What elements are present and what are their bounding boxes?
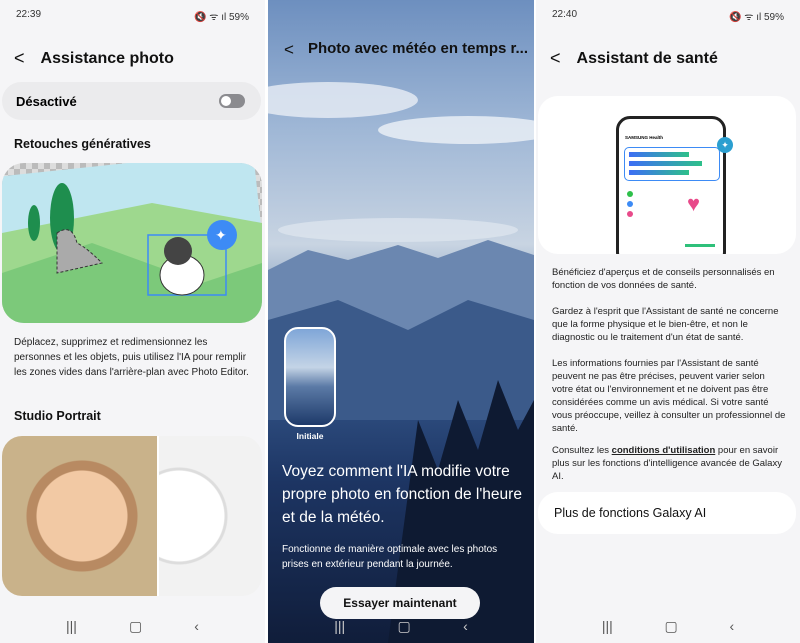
- home-icon[interactable]: ▢: [665, 618, 678, 635]
- signal-icons: 🔇 ᯤ ıl: [194, 12, 229, 23]
- back-icon[interactable]: <: [550, 48, 561, 69]
- sparkle-icon: ✦: [717, 137, 733, 153]
- try-now-button[interactable]: Essayer maintenant: [320, 587, 480, 619]
- weather-photo-screen: < Photo avec météo en temps r... Initiale…: [268, 0, 534, 643]
- generative-edit-illustration: ✦: [2, 163, 262, 323]
- page-title: Assistance photo: [40, 49, 174, 67]
- recents-icon[interactable]: |||: [66, 618, 77, 635]
- health-illustration: SAMSUNG Health ✦ ♥: [538, 96, 796, 254]
- section-title: Retouches génératives: [14, 137, 151, 151]
- photo-assist-screen: 22:39 🔇 ᯤ ıl 59% < Assistance photo Désac…: [0, 0, 265, 643]
- status-time: 22:40: [552, 9, 578, 20]
- terms-prefix: Consultez les: [552, 445, 612, 456]
- paragraph: Les informations fournies par l'Assistan…: [552, 358, 786, 434]
- original-photo-thumbnail[interactable]: [284, 327, 336, 427]
- page-title: Assistant de santé: [576, 49, 718, 67]
- back-icon[interactable]: <: [284, 40, 294, 60]
- thumbnail-label: Initiale: [296, 431, 324, 441]
- section-description: Déplacez, supprimez et redimensionnez le…: [14, 337, 249, 378]
- status-bar: 22:40 🔇 ᯤ ıl 59%: [552, 9, 784, 23]
- paragraph: Gardez à l'esprit que l'Assistant de san…: [552, 306, 779, 343]
- nav-bar: ||| ▢ ‹: [536, 618, 800, 635]
- section-title: Studio Portrait: [14, 409, 101, 423]
- home-icon[interactable]: ▢: [398, 618, 411, 635]
- terms-link[interactable]: conditions d'utilisation: [612, 445, 716, 456]
- signal-icons: 🔇 ᯤ ıl: [729, 12, 764, 23]
- recents-icon[interactable]: |||: [602, 618, 613, 635]
- back-nav-icon[interactable]: ‹: [729, 618, 734, 635]
- heart-icon: ♥: [687, 191, 701, 216]
- toggle-label: Désactivé: [16, 93, 77, 109]
- headline: Voyez comment l'IA modifie votre propre …: [282, 463, 522, 526]
- note-text: Fonctionne de manière optimale avec les …: [282, 544, 498, 570]
- battery-level: 59%: [763, 12, 784, 23]
- enable-toggle-row[interactable]: Désactivé: [2, 82, 261, 120]
- more-label: Plus de fonctions Galaxy AI: [554, 506, 707, 520]
- page-title: Photo avec météo en temps r...: [307, 40, 529, 57]
- more-galaxy-ai-button[interactable]: Plus de fonctions Galaxy AI: [538, 492, 796, 534]
- back-icon[interactable]: <: [14, 48, 25, 69]
- status-bar: 22:39 🔇 ᯤ ıl 59%: [16, 9, 249, 23]
- paragraph: Bénéficiez d'aperçus et de conseils pers…: [552, 267, 775, 291]
- health-assistant-screen: 22:40 🔇 ᯤ ıl 59% < Assistant de santé SAM…: [536, 0, 800, 643]
- back-nav-icon[interactable]: ‹: [463, 618, 468, 635]
- svg-text:✦: ✦: [215, 227, 227, 243]
- nav-bar: ||| ▢ ‹: [0, 618, 265, 635]
- recents-icon[interactable]: |||: [334, 618, 345, 635]
- terms-paragraph: Consultez les conditions d'utilisation p…: [552, 444, 788, 483]
- status-time: 22:39: [16, 9, 42, 20]
- portrait-studio-illustration: [2, 436, 262, 596]
- toggle-switch[interactable]: [219, 94, 245, 108]
- nav-bar: ||| ▢ ‹: [268, 618, 534, 635]
- battery-level: 59%: [228, 12, 249, 23]
- back-nav-icon[interactable]: ‹: [194, 618, 199, 635]
- home-icon[interactable]: ▢: [129, 618, 142, 635]
- app-name: SAMSUNG Health: [625, 135, 664, 140]
